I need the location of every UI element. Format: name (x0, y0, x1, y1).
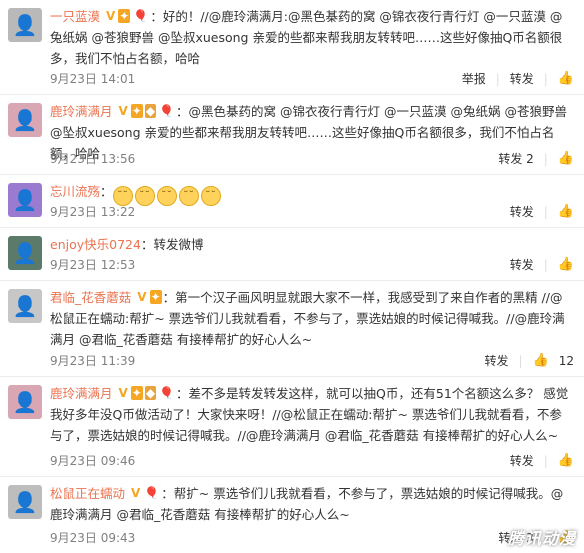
comment-text: ：转发微博 (140, 237, 204, 252)
comment-actions: 转发 | 👍 (510, 203, 574, 220)
verified-badge-icon: V (118, 104, 128, 118)
like-icon[interactable]: 👍 (558, 151, 574, 166)
level-badge-icon: ◆ (144, 386, 157, 400)
comment-meta: 9月23日 13:56 转发 2 | 👍 (50, 150, 574, 168)
user-name[interactable]: 君临_花香蘑菇 (50, 290, 131, 305)
divider: | (543, 257, 548, 272)
repost-button[interactable]: 转发 (484, 352, 508, 369)
comment-item: 👤 enjoy快乐0724：转发微博 9月23日 12:53 转发 | 👍 (0, 228, 584, 281)
comment-meta: 9月23日 14:01 举报 | 转发 | 👍 (50, 70, 574, 88)
divider: | (543, 204, 548, 219)
comment-time: 9月23日 14:01 (50, 72, 136, 86)
comment-time: 9月23日 12:53 (50, 258, 136, 272)
comment-time: 9月23日 11:39 (50, 354, 136, 368)
user-name[interactable]: enjoy快乐0724 (50, 237, 141, 252)
user-name[interactable]: 松鼠正在蠕动 (50, 486, 125, 501)
comment-meta: 9月23日 11:39 转发 | 👍 12 (50, 352, 574, 370)
like-icon[interactable]: 👍 (558, 204, 574, 219)
comment-actions: 举报 | 转发 | 👍 (462, 70, 574, 87)
user-avatar[interactable]: 👤 (8, 8, 42, 42)
comment-item: 👤 一只蓝漠 V ✦ 🎈 ：好的！//@鹿玲满满月:@黑色棊药的窝 @锦衣夜行青行灯 … (0, 0, 584, 95)
divider: | (543, 71, 548, 86)
avatar-icon: 👤 (12, 490, 38, 514)
verified-badge-icon: V (137, 290, 147, 304)
comment-item: 👤 鹿玲满满月 V ✦ ◆ 🎈 ：差不多是转发转发这样，就可以抽Q币，还有51个名额这么… (0, 377, 584, 477)
comment-body: enjoy快乐0724：转发微博 (50, 234, 574, 255)
repost-button[interactable]: 转发 (510, 452, 534, 469)
repost-button[interactable]: 转发 (510, 70, 534, 87)
verified-badge-icon: V (131, 486, 141, 500)
avatar-icon: 👤 (12, 13, 38, 37)
like-icon[interactable]: 👍 (533, 353, 549, 368)
member-badge-icon: ✦ (130, 104, 143, 118)
comment-meta: 9月23日 09:46 转发 | 👍 (50, 452, 574, 470)
comment-meta: 9月23日 09:43 转发 3 | 👍 (50, 529, 574, 547)
comment-body: 鹿玲满满月 V ✦ ◆ 🎈 ：差不多是转发转发这样，就可以抽Q币，还有51个名额这么多？… (50, 383, 574, 446)
balloon-badge-icon: 🎈 (159, 386, 175, 400)
comment-item: 👤 松鼠正在蠕动 V 🎈 ：帮扩~ 票选爷们儿我就看看，不参与了，票选姑娘的时候记得… (0, 477, 584, 553)
user-avatar[interactable]: 👤 (8, 485, 42, 519)
user-avatar[interactable]: 👤 (8, 289, 42, 323)
divider: | (495, 71, 500, 86)
divider: | (543, 453, 548, 468)
user-avatar[interactable]: 👤 (8, 103, 42, 137)
comment-item: 👤 鹿玲满满月 V ✦ ◆ 🎈 ：@黑色棊药的窝 @锦衣夜行青行灯 @一只蓝漠 @兔纸娲… (0, 95, 584, 175)
avatar-icon: 👤 (12, 188, 38, 212)
comment-time: 9月23日 09:46 (50, 454, 136, 468)
avatar-icon: 👤 (12, 294, 38, 318)
avatar-icon: 👤 (12, 108, 38, 132)
comment-actions: 转发 | 👍 (510, 256, 574, 273)
avatar-icon: 👤 (12, 390, 38, 414)
user-name[interactable]: 鹿玲满满月 (50, 386, 113, 401)
user-name[interactable]: 一只蓝漠 (50, 9, 100, 24)
repost-button[interactable]: 转发 (510, 203, 534, 220)
report-button[interactable]: 举报 (462, 70, 486, 87)
comment-item: 👤 忘川流殇： ˘˘ ˘˘ ˘˘ ˘˘ ˘˘ 9月23日 13:22 转发 | 👍 (0, 175, 584, 228)
user-name[interactable]: 鹿玲满满月 (50, 104, 113, 119)
verified-badge-icon: V (118, 386, 128, 400)
comment-actions: 转发 | 👍 (510, 452, 574, 469)
member-badge-icon: ✦ (149, 290, 162, 304)
like-count: 12 (558, 353, 574, 368)
comment-body: 君临_花香蘑菇 V ✦ ：第一个汉子画风明显就跟大家不一样，我感受到了来自作者的黑精… (50, 287, 574, 350)
user-avatar[interactable]: 👤 (8, 183, 42, 217)
repost-button[interactable]: 转发 2 (498, 150, 533, 167)
balloon-badge-icon: 🎈 (159, 104, 175, 118)
user-avatar[interactable]: 👤 (8, 236, 42, 270)
avatar-icon: 👤 (12, 241, 38, 265)
like-icon[interactable]: 👍 (558, 71, 574, 86)
user-avatar[interactable]: 👤 (8, 385, 42, 419)
member-badge-icon: ✦ (130, 386, 143, 400)
balloon-badge-icon: 🎈 (144, 486, 160, 500)
watermark-logo: 腾讯动漫 (507, 529, 576, 548)
like-icon[interactable]: 👍 (558, 257, 574, 272)
user-name[interactable]: 忘川流殇 (50, 184, 100, 199)
emoji-row: ˘˘ ˘˘ ˘˘ ˘˘ ˘˘ (112, 184, 223, 206)
comment-meta: 9月23日 13:22 转发 | 👍 (50, 203, 574, 221)
comment-time: 9月23日 13:56 (50, 152, 136, 166)
comment-meta: 9月23日 12:53 转发 | 👍 (50, 256, 574, 274)
comment-item: 👤 君临_花香蘑菇 V ✦ ：第一个汉子画风明显就跟大家不一样，我感受到了来自作者的… (0, 281, 584, 377)
like-icon[interactable]: 👍 (558, 453, 574, 468)
comment-text: ： (100, 184, 113, 199)
comment-time: 9月23日 09:43 (50, 531, 136, 545)
comment-actions: 转发 | 👍 12 (484, 352, 574, 369)
level-badge-icon: ◆ (144, 104, 157, 118)
comment-time: 9月23日 13:22 (50, 205, 136, 219)
comment-body: 一只蓝漠 V ✦ 🎈 ：好的！//@鹿玲满满月:@黑色棊药的窝 @锦衣夜行青行灯 @一… (50, 6, 574, 69)
divider: | (543, 151, 548, 166)
comment-body: 松鼠正在蠕动 V 🎈 ：帮扩~ 票选爷们儿我就看看，不参与了，票选姑娘的时候记得喊我… (50, 483, 574, 525)
verified-badge-icon: V (106, 9, 116, 23)
divider: | (518, 353, 523, 368)
repost-button[interactable]: 转发 (510, 256, 534, 273)
member-badge-icon: ✦ (118, 9, 131, 23)
comment-text: ：帮扩~ 票选爷们儿我就看看，不参与了，票选姑娘的时候记得喊我。@鹿玲满满月 @… (50, 486, 564, 522)
balloon-badge-icon: 🎈 (133, 9, 149, 23)
comment-actions: 转发 2 | 👍 (498, 150, 574, 167)
